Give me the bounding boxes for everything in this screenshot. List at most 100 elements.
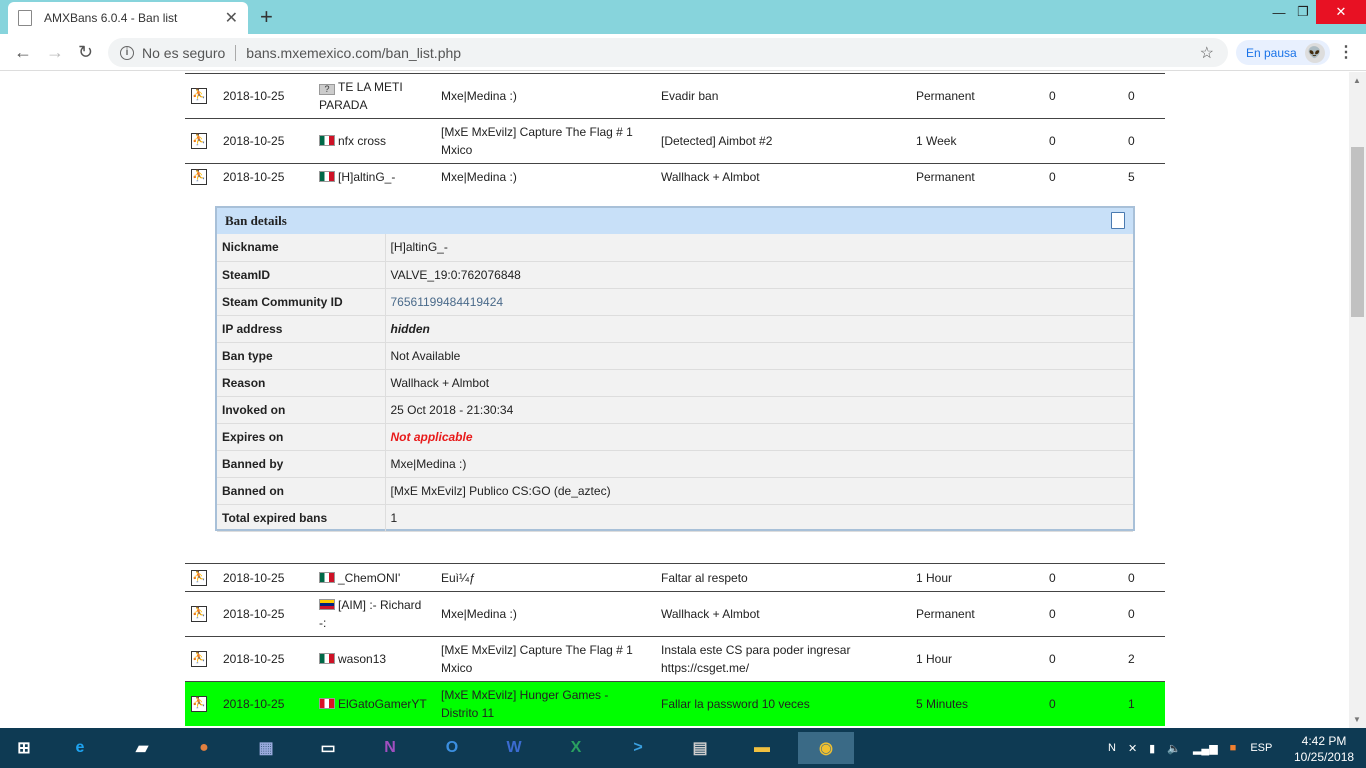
bookmark-star-icon[interactable]: ☆ [1200, 43, 1214, 63]
detail-row: Banned by Mxe|Medina :) [217, 450, 1133, 478]
word-icon[interactable]: W [498, 732, 530, 764]
network-off-icon[interactable]: ✕ [1128, 742, 1137, 755]
ban-reason: Instala este CS para poder ingresar http… [661, 643, 851, 675]
detail-row: Invoked on 25 Oct 2018 - 21:30:34 [217, 396, 1133, 424]
ban-details-title: Ban details [225, 213, 287, 228]
game-icon: ⛹ [191, 696, 207, 712]
onenote-tray-icon[interactable]: N [1108, 742, 1116, 754]
ban-row[interactable]: ⛹ 2018-10-25 wason13 [MxE MxEvilz] Capture … [185, 636, 1165, 681]
info-icon[interactable]: i [120, 45, 134, 60]
profile-status: En pausa [1246, 45, 1297, 60]
kicks-count: 0 [1128, 134, 1135, 148]
detail-row: Ban type Not Available [217, 342, 1133, 370]
ban-row[interactable]: ⛹ 2018-10-25 nfx cross [MxE MxEvilz] Captur… [185, 118, 1165, 163]
flag-mx-icon [319, 571, 335, 583]
detail-row: Steam Community ID 76561199484419424 [217, 288, 1133, 316]
ban-date: 2018-10-25 [223, 607, 285, 621]
player-nick: [H]altinG_- [319, 168, 429, 186]
nick-text: nfx cross [338, 134, 387, 148]
battery-icon[interactable]: ▮ [1149, 742, 1155, 755]
clock-time: 4:42 PM [1301, 734, 1347, 748]
signal-icon[interactable]: ▂▄▆ [1193, 742, 1218, 755]
powershell-icon[interactable]: > [622, 732, 654, 764]
detail-row: Expires on Not applicable [217, 423, 1133, 451]
control-panel-icon[interactable]: ▦ [250, 732, 282, 764]
vertical-scrollbar[interactable]: ▲ ▼ [1349, 72, 1366, 728]
detail-value[interactable]: 76561199484419424 [385, 288, 1133, 316]
cmd-icon[interactable]: ▭ [312, 732, 344, 764]
app-icon[interactable]: ● [188, 732, 220, 764]
scroll-up-icon[interactable]: ▲ [1353, 76, 1361, 85]
page-icon [18, 10, 32, 26]
detail-row: SteamID VALVE_19:0:762076848 [217, 261, 1133, 289]
detail-value: [H]altinG_- [385, 234, 1133, 262]
reload-icon[interactable]: ↻ [78, 42, 93, 63]
language-indicator[interactable]: ESP [1250, 742, 1272, 754]
flag-mx-icon [319, 135, 335, 146]
new-tab-button[interactable]: + [260, 4, 273, 30]
ban-row[interactable]: ⛹ 2018-10-25 [H]altinG_- Mxe|Medina :) Wallh… [185, 163, 1165, 190]
ban-details-header: Ban details [217, 208, 1133, 234]
kicks-count: 0 [1128, 607, 1135, 621]
chrome-icon[interactable]: ◉ [798, 732, 854, 764]
player-nick: nfx cross [319, 132, 429, 150]
flag-mx-icon [319, 653, 335, 664]
page-viewport: ⛹ 2018-10-25 ? TE LA METI PARADA Mxe|Medina … [0, 72, 1349, 728]
profile-avatar-icon: 👽 [1304, 42, 1325, 63]
player-nick: [AIM] :- Richard -: [319, 596, 429, 632]
ban-row[interactable]: ⛹ 2018-10-25 [AIM] :- Richard -: Mxe|Medina… [185, 591, 1165, 636]
notification-icon[interactable]: ■ [1230, 742, 1237, 754]
internet-explorer-icon[interactable]: e [64, 732, 96, 764]
browser-tab[interactable]: AMXBans 6.0.4 - Ban list ✕ [8, 2, 248, 34]
detail-row: Total expired bans 1 [217, 504, 1133, 532]
ban-length: 5 Minutes [916, 697, 969, 711]
admin-name: [MxE MxEvilz] Capture The Flag # 1 Mxico [441, 125, 633, 157]
game-icon: ⛹ [191, 133, 207, 149]
ban-date: 2018-10-25 [223, 652, 285, 666]
address-bar[interactable]: i No es seguro bans.mxemexico.com/ban_li… [108, 38, 1228, 67]
ban-reason: [Detected] Aimbot #2 [661, 134, 773, 148]
ban-row[interactable]: ⛹ 2018-10-25 _ChemONI' Euì¼ƒ Faltar al respe… [185, 563, 1165, 591]
menu-icon[interactable]: ⋮ [1338, 42, 1354, 62]
tab-title: AMXBans 6.0.4 - Ban list [44, 11, 178, 25]
detail-value: Wallhack + Almbot [385, 369, 1133, 397]
ban-length: Permanent [916, 170, 975, 184]
profile-button[interactable]: En pausa 👽 [1236, 40, 1330, 65]
back-icon[interactable]: ← [14, 42, 32, 63]
flag-ve-icon [319, 599, 335, 610]
kicks-count: 1 [1128, 697, 1135, 711]
calculator-icon[interactable]: ▤ [684, 732, 716, 764]
file-explorer-icon[interactable]: ▬ [746, 732, 778, 764]
ban-row[interactable]: ⛹ 2018-10-25 ? TE LA METI PARADA Mxe|Medina … [185, 73, 1165, 118]
onenote-icon[interactable]: N [374, 732, 406, 764]
ban-row[interactable]: ⛹ 2018-10-25 ElGatoGamerYT [MxE MxEvilz] Hu… [185, 681, 1165, 726]
detail-value: VALVE_19:0:762076848 [385, 261, 1133, 289]
detail-key: Ban type [217, 342, 386, 370]
detail-value: Not applicable [385, 423, 1133, 451]
close-window-button[interactable]: ✕ [1316, 0, 1366, 24]
security-label: No es seguro [142, 44, 226, 61]
detail-value: hidden [385, 315, 1133, 343]
outlook-icon[interactable]: O [436, 732, 468, 764]
clock[interactable]: 4:42 PM 10/25/2018 [1294, 733, 1354, 765]
comments-count: 0 [1049, 697, 1056, 711]
scroll-down-icon[interactable]: ▼ [1353, 715, 1361, 724]
game-icon: ⛹ [191, 606, 207, 622]
forward-icon[interactable]: → [46, 42, 64, 63]
admin-name: Euì¼ƒ [441, 570, 476, 585]
ban-length: 1 Week [916, 134, 957, 148]
admin-name: Mxe|Medina :) [441, 89, 517, 103]
close-tab-icon[interactable]: ✕ [225, 8, 238, 28]
volume-icon[interactable]: 🔈 [1167, 742, 1181, 755]
scrollbar-thumb[interactable] [1351, 147, 1364, 317]
ban-reason: Faltar al respeto [661, 570, 748, 585]
excel-icon[interactable]: X [560, 732, 592, 764]
url-text[interactable]: bans.mxemexico.com/ban_list.php [246, 45, 1199, 61]
flag-mx-icon [319, 171, 335, 182]
ban-date: 2018-10-25 [223, 134, 285, 148]
tablet-icon[interactable]: ▰ [126, 732, 158, 764]
kicks-count: 2 [1128, 652, 1135, 666]
document-icon[interactable] [1111, 212, 1125, 229]
start-icon[interactable]: ⊞ [8, 732, 40, 764]
kicks-count: 5 [1128, 170, 1135, 184]
